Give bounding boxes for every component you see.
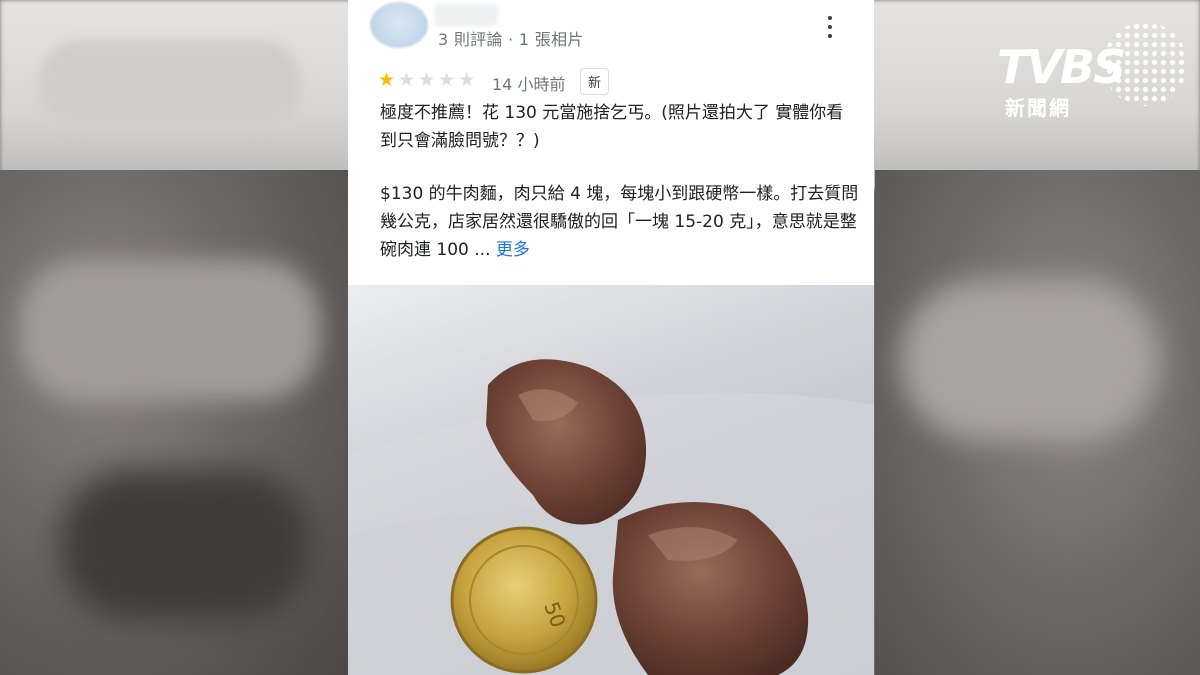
review-meta: 3 則評論 · 1 張相片 [438,30,584,49]
background-blob [40,40,300,130]
coin [450,526,598,674]
more-link[interactable]: 更多 [496,240,530,260]
review-time: 14 小時前 [492,75,566,94]
review-card: 3 則評論 · 1 張相片 ★ ★ ★ ★ ★ 14 小時前 新 極度不推薦！花 130… [348,0,874,285]
star-filled-icon: ★ [378,69,396,91]
logo-brand: TVBS [997,40,1126,94]
review-text-paragraph-1: 極度不推薦！花 130 元當施捨乞丐。(照片還拍大了 實體你看到只會滿臉問號？？… [380,103,844,151]
background-blob [900,280,1160,440]
star-empty-icon: ★ [418,69,436,91]
background-blob [60,470,310,620]
reviewer-name-blurred [434,4,498,26]
star-empty-icon: ★ [398,69,416,91]
star-empty-icon: ★ [438,69,456,91]
new-badge: 新 [580,68,610,95]
review-text-paragraph-2: $130 的牛肉麵，肉只給 4 塊，每塊小到跟硬幣一樣。打去質問幾公克，店家居然… [380,180,860,264]
logo-subtitle: 新聞網 [1005,96,1071,120]
avatar[interactable] [370,2,428,48]
more-vert-icon[interactable] [822,16,838,38]
star-empty-icon: ★ [458,69,476,91]
review-text-body: $130 的牛肉麵，肉只給 4 塊，每塊小到跟硬幣一樣。打去質問幾公克，店家居然… [380,184,859,260]
background-blob [20,260,320,400]
tvbs-logo: TVBS 新聞網 [995,22,1185,122]
photo-illustration: 50 [348,285,874,675]
star-rating: ★ ★ ★ ★ ★ [378,69,475,91]
review-photo[interactable]: 50 [348,285,874,675]
